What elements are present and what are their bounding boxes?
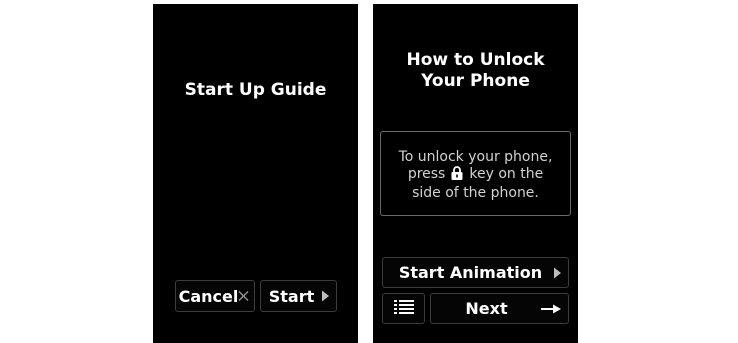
list-button[interactable] (382, 293, 425, 324)
close-icon (238, 291, 249, 302)
start-button[interactable]: Start (260, 280, 337, 312)
instruction-line-3: side of the phone. (412, 185, 539, 201)
page-title: Start Up Guide (184, 80, 327, 100)
right-arrow-icon (541, 304, 561, 314)
instruction-key-text: key on the (469, 166, 544, 182)
instruction-press-text: press (407, 166, 446, 182)
instruction-box: To unlock your phone, press key on the s… (380, 131, 571, 216)
start-button-label: Start (268, 286, 315, 306)
play-arrow-icon (554, 267, 561, 278)
cancel-button[interactable]: Cancel (175, 280, 255, 312)
start-animation-button[interactable]: Start Animation (382, 257, 569, 288)
next-button-label: Next (465, 299, 508, 318)
page-title: How to Unlock Your Phone (406, 50, 545, 91)
startup-guide-screen: Start Up Guide Cancel Start (153, 4, 358, 343)
next-button[interactable]: Next (430, 293, 569, 324)
unlock-instructions-screen: How to Unlock Your Phone To unlock your … (373, 4, 578, 343)
start-animation-label: Start Animation (398, 263, 543, 282)
instruction-line-1: To unlock your phone, (398, 149, 553, 165)
play-arrow-icon (322, 290, 329, 302)
lock-icon (451, 166, 463, 185)
list-icon (393, 299, 414, 318)
cancel-button-label: Cancel (178, 286, 239, 306)
instruction-line-2: press key on the (381, 166, 570, 185)
